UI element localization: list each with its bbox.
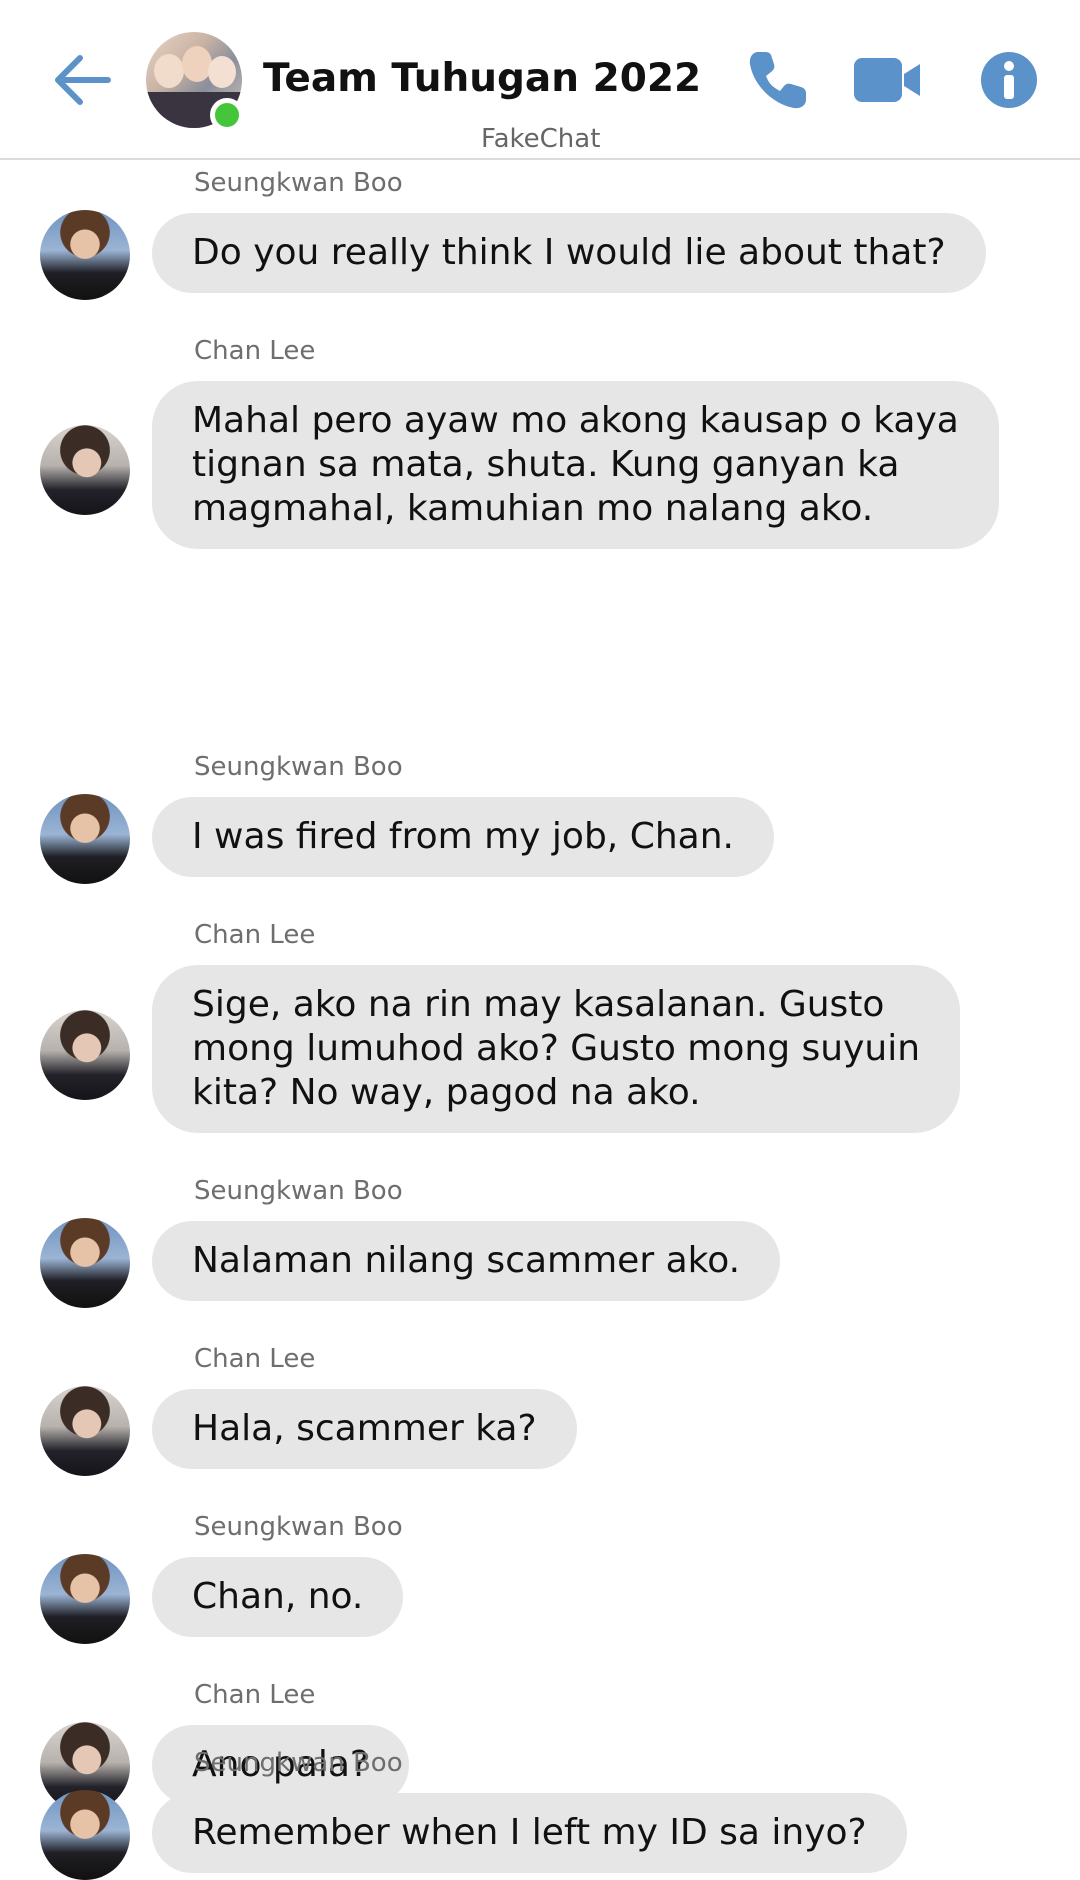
chat-title: Team Tuhugan 2022 bbox=[263, 56, 702, 101]
avatar[interactable] bbox=[40, 1218, 130, 1308]
sender-name: Seungkwan Boo bbox=[194, 1512, 403, 1542]
app-name-label: FakeChat bbox=[481, 124, 601, 154]
sender-name: Chan Lee bbox=[194, 920, 316, 950]
message-bubble[interactable]: Hala, scammer ka? bbox=[152, 1389, 577, 1469]
message-bubble[interactable]: Do you really think I would lie about th… bbox=[152, 213, 986, 293]
video-camera-icon bbox=[854, 58, 920, 102]
back-button[interactable] bbox=[52, 52, 112, 108]
message-bubble[interactable]: I was fired from my job, Chan. bbox=[152, 797, 774, 877]
message-bubble[interactable]: Chan, no. bbox=[152, 1557, 404, 1637]
sender-name: Seungkwan Boo bbox=[194, 168, 403, 198]
video-call-button[interactable] bbox=[852, 52, 924, 108]
message-bubble[interactable]: Sige, ako na rin may kasalanan. Gusto mo… bbox=[152, 965, 961, 1133]
chat-header: Team Tuhugan 2022 FakeChat bbox=[0, 0, 1080, 160]
sender-name: Chan Lee bbox=[194, 1680, 316, 1710]
avatar[interactable] bbox=[40, 1554, 130, 1644]
arrow-left-icon bbox=[55, 55, 111, 105]
sender-name: Chan Lee bbox=[194, 336, 316, 366]
message-list[interactable]: Seungkwan Boo Do you really think I woul… bbox=[0, 160, 1080, 1880]
avatar[interactable] bbox=[40, 794, 130, 884]
info-icon bbox=[981, 52, 1037, 108]
avatar[interactable] bbox=[40, 1790, 130, 1880]
avatar[interactable] bbox=[40, 1386, 130, 1476]
avatar[interactable] bbox=[40, 425, 130, 515]
avatar[interactable] bbox=[40, 1010, 130, 1100]
message-bubble[interactable]: Mahal pero ayaw mo akong kausap o kaya t… bbox=[152, 381, 999, 549]
sender-name: Seungkwan Boo bbox=[194, 752, 403, 782]
message-bubble[interactable]: Nalaman nilang scammer ako. bbox=[152, 1221, 781, 1301]
online-status-indicator bbox=[210, 98, 244, 132]
sender-name: Seungkwan Boo bbox=[194, 1176, 403, 1206]
sender-name: Chan Lee bbox=[194, 1344, 316, 1374]
avatar[interactable] bbox=[40, 210, 130, 300]
call-button[interactable] bbox=[744, 46, 812, 114]
phone-icon bbox=[749, 52, 806, 109]
message-bubble[interactable]: Remember when I left my ID sa inyo? bbox=[152, 1793, 907, 1873]
info-button[interactable] bbox=[980, 51, 1038, 109]
sender-name: Seungkwan Boo bbox=[194, 1748, 403, 1778]
